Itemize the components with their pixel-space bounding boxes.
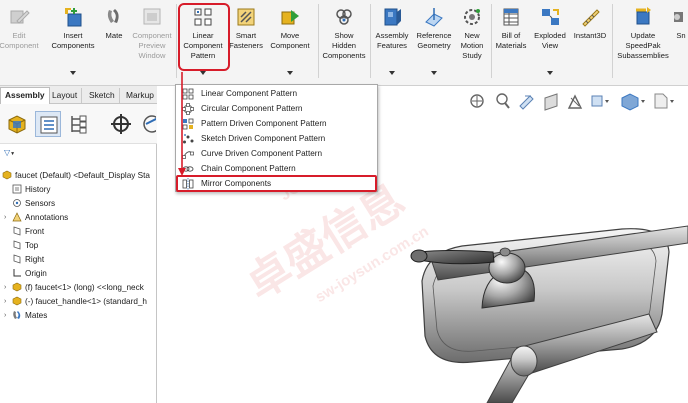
tree-item-right-plane[interactable]: Right — [12, 252, 44, 266]
menu-item-linear-component-pattern[interactable]: Linear Component Pattern — [178, 86, 375, 101]
tree-item-origin[interactable]: Origin — [12, 266, 47, 280]
assembly-features-icon — [381, 6, 403, 28]
plane-icon — [12, 226, 22, 236]
tree-item-front-plane[interactable]: Front — [12, 224, 44, 238]
tab-assembly[interactable]: Assembly — [0, 87, 50, 104]
tree-item-annotations[interactable]: › Annotations — [4, 210, 68, 224]
origin-icon — [12, 268, 22, 278]
update-speedpak-icon — [632, 6, 654, 28]
feature-manager-panel: ▽▼ faucet (Default) <Default_Display Sta… — [0, 104, 157, 403]
exploded-view-dropdown-arrow[interactable] — [547, 71, 553, 75]
dimxpert-tab-icon[interactable] — [108, 111, 134, 137]
ribbon-separator — [318, 4, 319, 78]
configuration-manager-tab-icon[interactable] — [66, 111, 92, 137]
property-manager-tab-icon[interactable] — [35, 111, 61, 137]
update-speedpak-button[interactable]: Update SpeedPak Subassemblies — [614, 4, 672, 80]
expand-toggle[interactable]: › — [4, 214, 12, 221]
mate-icon — [103, 6, 125, 28]
ribbon-separator — [612, 4, 613, 78]
linear-component-pattern-dropdown-arrow[interactable] — [200, 71, 206, 75]
command-manager-tabs: Assembly Layout Sketch Markup Ev — [0, 86, 178, 104]
feature-manager-tab-icon[interactable] — [4, 111, 30, 137]
part-icon — [12, 282, 22, 292]
highlight-connector-arrow — [178, 72, 186, 176]
sensors-icon — [12, 198, 22, 208]
snapshot-icon — [674, 6, 688, 28]
exploded-view-button[interactable]: Exploded View — [531, 4, 569, 80]
exploded-view-icon — [539, 6, 561, 28]
expand-toggle[interactable]: › — [4, 312, 12, 319]
insert-components-dropdown-arrow[interactable] — [70, 71, 76, 75]
menu-item-pattern-driven-component-pattern[interactable]: Pattern Driven Component Pattern — [178, 116, 375, 131]
history-icon — [12, 184, 22, 194]
edit-component-button[interactable]: Edit Component — [0, 4, 39, 80]
tab-markup[interactable]: Markup — [122, 88, 159, 103]
smart-fasteners-button[interactable]: Smart Fasteners — [228, 4, 264, 80]
tree-item-history[interactable]: History — [12, 182, 50, 196]
ribbon-separator — [370, 4, 371, 78]
bill-of-materials-icon — [500, 6, 522, 28]
new-motion-study-button[interactable]: New Motion Study — [456, 4, 488, 80]
command-manager-ribbon: Edit Component Insert Components Mate Co… — [0, 0, 688, 86]
insert-components-button[interactable]: Insert Components — [48, 4, 98, 80]
instant3d-icon — [579, 6, 601, 28]
tree-item-mates[interactable]: › Mates — [4, 308, 47, 322]
linear-pattern-highlight-box — [178, 3, 230, 71]
assembly-features-dropdown-arrow[interactable] — [389, 71, 395, 75]
tree-root-assembly[interactable]: faucet (Default) <Default_Display Sta — [2, 168, 150, 182]
annotations-icon — [12, 212, 22, 222]
reference-geometry-button[interactable]: Reference Geometry — [413, 4, 455, 80]
move-component-icon — [279, 6, 301, 28]
menu-item-mirror-components[interactable]: Mirror Components — [176, 175, 377, 192]
menu-item-curve-driven-component-pattern[interactable]: Curve Driven Component Pattern — [178, 146, 375, 161]
snapshot-button[interactable]: Sn — [674, 4, 688, 80]
expand-toggle[interactable]: › — [4, 284, 12, 291]
expand-toggle[interactable]: › — [4, 298, 12, 305]
insert-components-icon — [62, 6, 84, 28]
menu-item-sketch-driven-component-pattern[interactable]: Sketch Driven Component Pattern — [178, 131, 375, 146]
tree-filter[interactable]: ▽▼ — [4, 148, 15, 157]
assembly-icon — [2, 170, 12, 180]
assembly-features-button[interactable]: Assembly Features — [372, 4, 412, 80]
tab-sketch[interactable]: Sketch — [85, 88, 120, 103]
plane-icon — [12, 240, 22, 250]
component-preview-window-icon — [141, 6, 163, 28]
tree-item-top-plane[interactable]: Top — [12, 238, 38, 252]
tab-layout[interactable]: Layout — [48, 88, 83, 103]
tree-item-faucet-part[interactable]: › (f) faucet<1> (long) <<long_neck — [4, 280, 144, 294]
edit-component-icon — [8, 6, 30, 28]
show-hidden-components-button[interactable]: Show Hidden Components — [320, 4, 368, 80]
part-icon — [12, 296, 22, 306]
new-motion-study-icon — [461, 6, 483, 28]
show-hidden-components-icon — [333, 6, 355, 28]
move-component-button[interactable]: Move Component — [267, 4, 313, 80]
smart-fasteners-icon — [235, 6, 257, 28]
mates-icon — [12, 310, 22, 320]
display-manager-tab-icon[interactable] — [140, 111, 156, 137]
instant3d-button[interactable]: Instant3D — [570, 4, 610, 80]
menu-item-chain-component-pattern[interactable]: Chain Component Pattern — [178, 161, 375, 176]
move-component-dropdown-arrow[interactable] — [287, 71, 293, 75]
component-preview-window-button[interactable]: Component Preview Window — [130, 4, 174, 80]
reference-geometry-dropdown-arrow[interactable] — [431, 71, 437, 75]
ribbon-separator — [491, 4, 492, 78]
tree-item-faucet-handle-part[interactable]: › (-) faucet_handle<1> (standard_h — [4, 294, 147, 308]
ribbon-separator — [176, 4, 177, 78]
tree-item-sensors[interactable]: Sensors — [12, 196, 55, 210]
plane-icon — [12, 254, 22, 264]
menu-item-circular-component-pattern[interactable]: Circular Component Pattern — [178, 101, 375, 116]
component-pattern-dropdown-menu: Linear Component Pattern Circular Compon… — [175, 84, 378, 192]
bill-of-materials-button[interactable]: Bill of Materials — [493, 4, 529, 80]
panel-tab-bar — [0, 104, 157, 144]
reference-geometry-icon — [423, 6, 445, 28]
mate-button[interactable]: Mate — [101, 4, 127, 80]
